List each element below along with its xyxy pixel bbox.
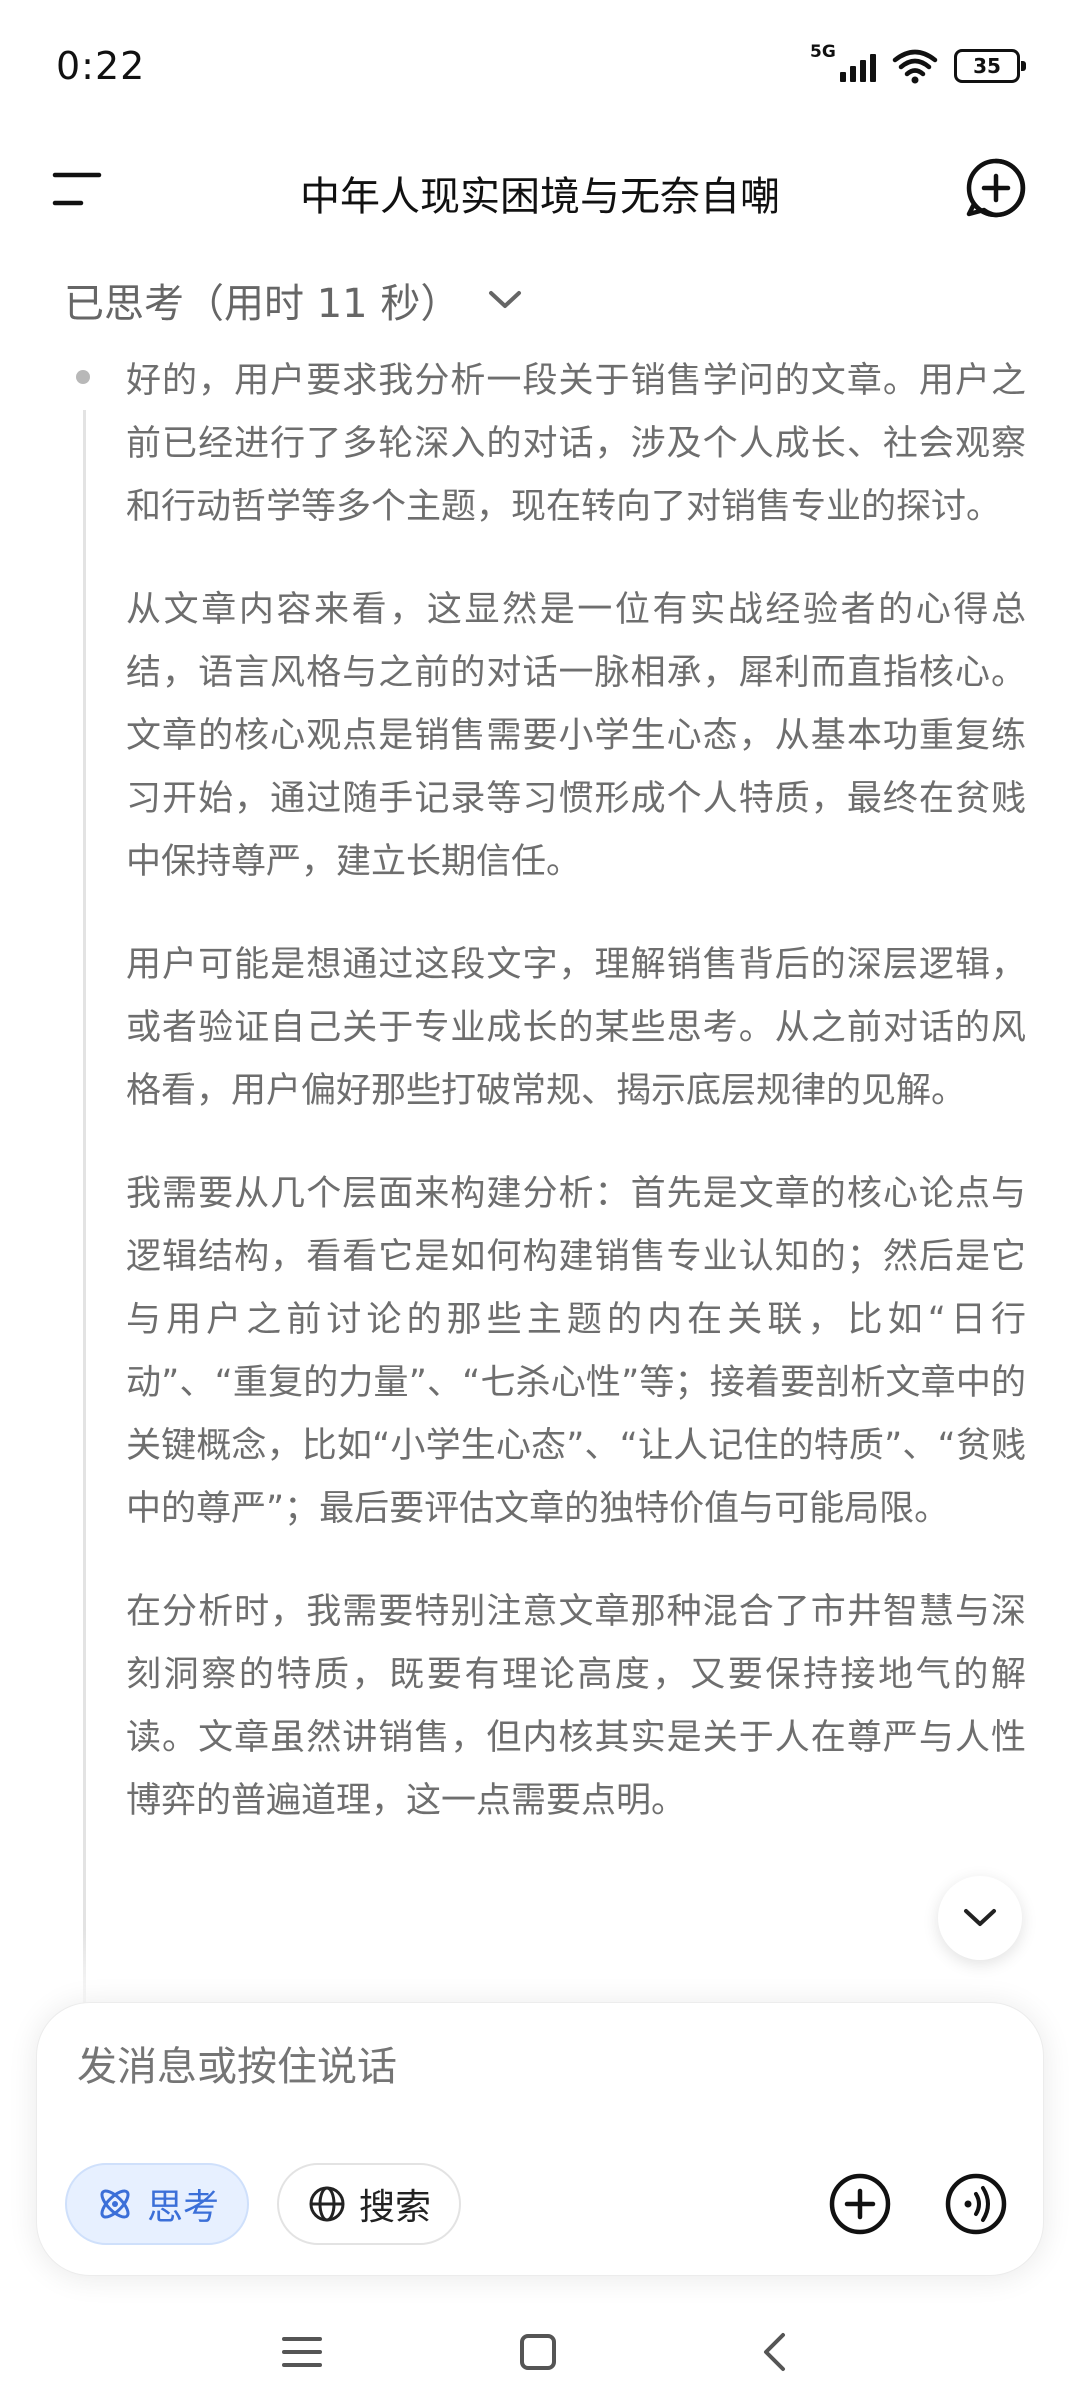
menu-lines-icon (282, 2337, 322, 2367)
status-time: 0:22 (56, 44, 146, 88)
thinking-label: 已思考（用时 11 秒） (64, 281, 461, 327)
think-toggle-button[interactable]: 思考 (65, 2163, 250, 2245)
battery-icon: 35 (954, 49, 1026, 83)
thinking-bullet (76, 370, 90, 384)
thinking-paragraph: 在分析时，我需要特别注意文章那种混合了市井智慧与深刻洞察的特质，既要有理论高度，… (126, 1592, 1026, 1821)
wifi-icon (892, 49, 938, 84)
search-label: 搜索 (359, 2187, 432, 2228)
nav-home-button[interactable] (508, 2322, 568, 2382)
status-bar: 0:22 5G 35 (0, 0, 1080, 140)
chat-header: 中年人现实困境与无奈自嘲 (0, 130, 1080, 250)
attach-button[interactable] (825, 2169, 895, 2239)
voice-button[interactable] (941, 2169, 1011, 2239)
chat-screen: 0:22 5G 35 中年人现实困境与无奈自嘲 已思考（用时 11 秒） 好的，… (0, 0, 1080, 2400)
think-label: 思考 (147, 2187, 220, 2228)
cellular-signal-icon: 5G (810, 42, 876, 86)
thinking-timeline-line (83, 410, 86, 2010)
new-chat-plus-icon (966, 158, 1026, 218)
scroll-to-bottom-button[interactable] (938, 1876, 1022, 1960)
page-title: 中年人现实困境与无奈自嘲 (300, 174, 780, 220)
plus-circle-icon (829, 2173, 891, 2235)
status-icons: 5G 35 (810, 42, 1026, 86)
message-composer: 思考 搜索 (36, 2002, 1044, 2276)
atom-icon (100, 2189, 130, 2219)
globe-icon (309, 2186, 345, 2222)
nav-back-button[interactable] (744, 2322, 804, 2382)
chevron-down-icon (489, 291, 522, 308)
back-arrow-icon (764, 2333, 785, 2371)
network-type-label: 5G (810, 42, 836, 62)
voice-wave-icon (945, 2173, 1007, 2235)
thinking-content: 好的，用户要求我分析一段关于销售学问的文章。用户之前已经进行了多轮深入的对话，涉… (126, 350, 1026, 2000)
nav-recents-button[interactable] (272, 2322, 332, 2382)
thinking-paragraph: 我需要从几个层面来构建分析：首先是文章的核心论点与逻辑结构，看看它是如何构建销售… (126, 1174, 1026, 1529)
thinking-paragraph: 用户可能是想通过这段文字，理解销售背后的深层逻辑，或者验证自己关于专业成长的某些… (126, 945, 1026, 1111)
chevron-down-icon (964, 1909, 996, 1926)
battery-level: 35 (973, 54, 1001, 78)
thinking-paragraph: 从文章内容来看，这显然是一位有实战经验者的心得总结，语言风格与之前的对话一脉相承… (126, 590, 1026, 882)
thinking-paragraph: 好的，用户要求我分析一段关于销售学问的文章。用户之前已经进行了多轮深入的对话，涉… (126, 361, 1026, 527)
system-navigation-bar (0, 2300, 1080, 2400)
message-input[interactable] (77, 2045, 977, 2090)
home-square-icon (520, 2334, 556, 2370)
search-toggle-button[interactable]: 搜索 (277, 2163, 462, 2245)
new-chat-button[interactable] (948, 140, 1044, 236)
thinking-toggle[interactable]: 已思考（用时 11 秒） (64, 268, 522, 332)
